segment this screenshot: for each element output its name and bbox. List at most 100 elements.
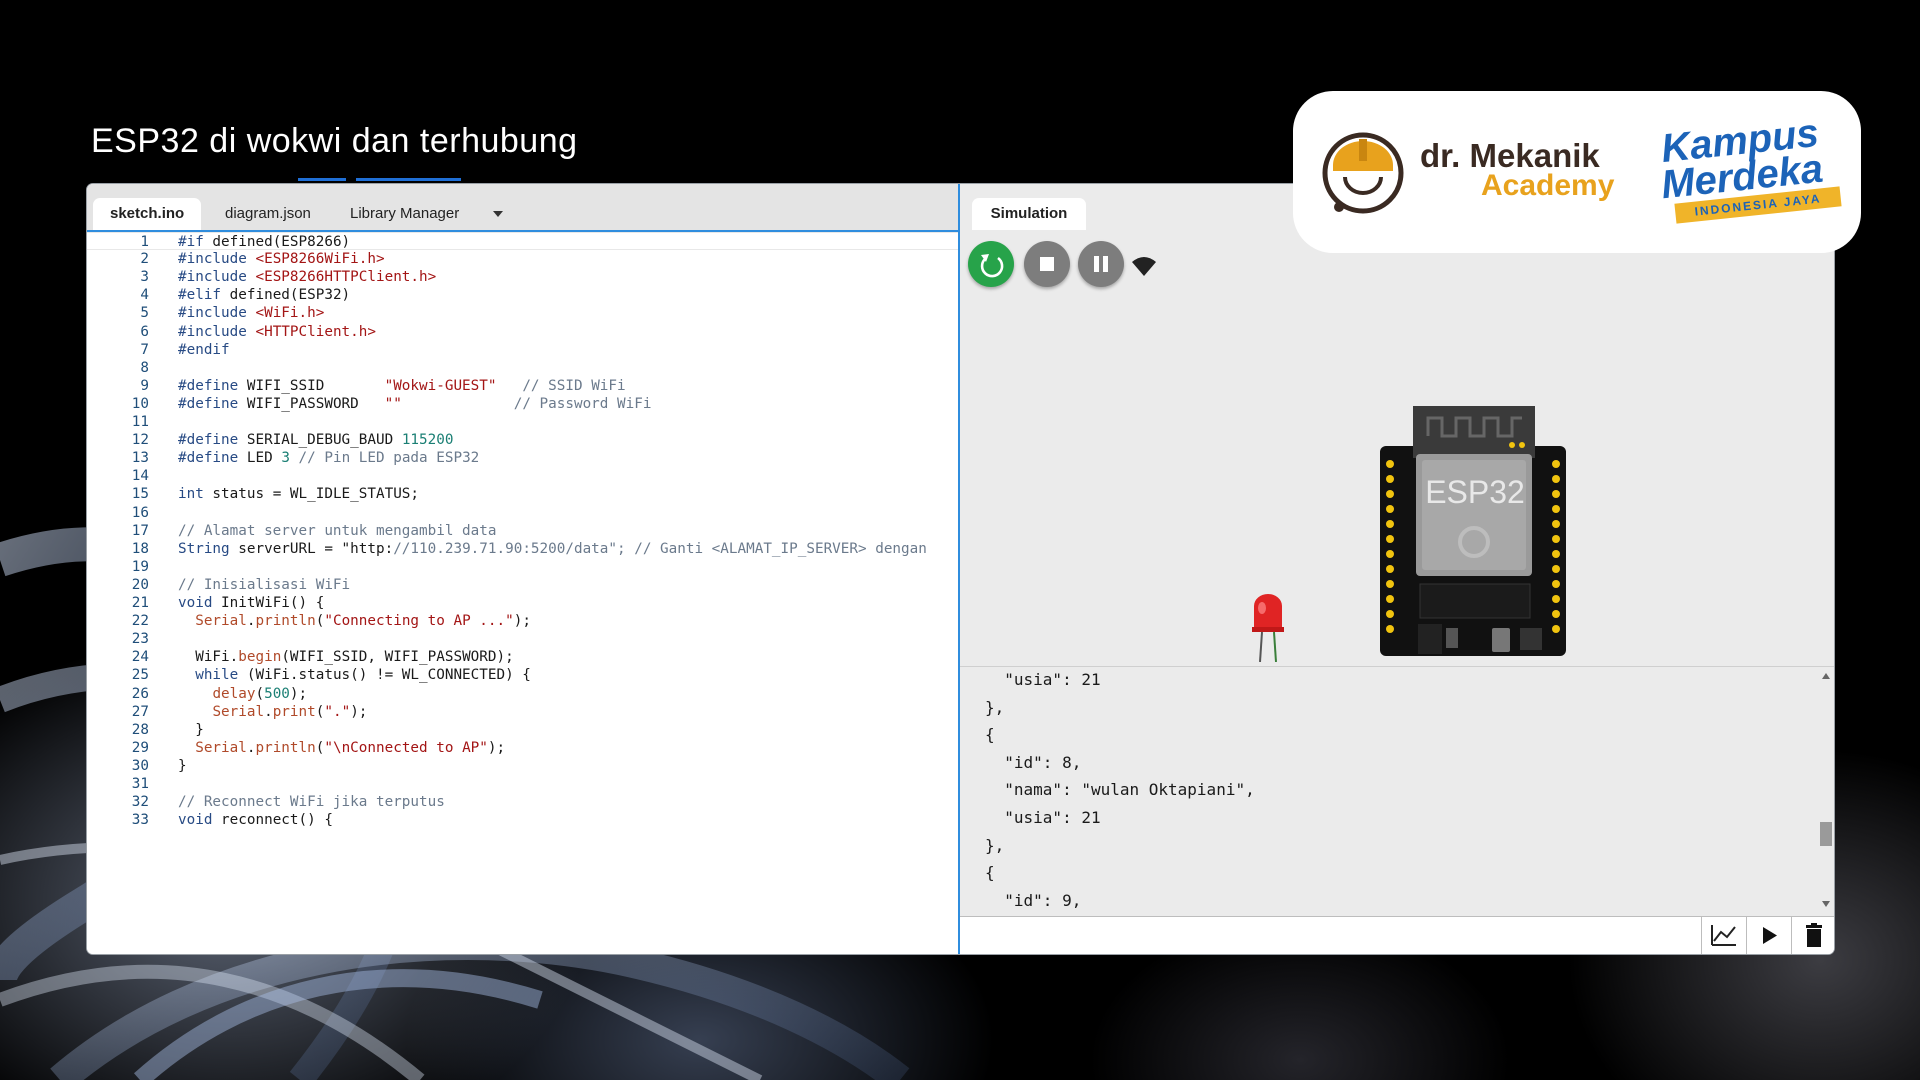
stop-button[interactable] <box>1024 241 1070 287</box>
code-line[interactable]: 6 #include <HTTPClient.h> <box>87 323 958 341</box>
code-line[interactable]: 28 } <box>87 721 958 739</box>
code-line[interactable]: 27 Serial.print("."); <box>87 703 958 721</box>
code-line[interactable]: 1 #if defined(ESP8266) <box>87 232 958 250</box>
code-line[interactable]: 19 <box>87 558 958 576</box>
code-text: } <box>178 757 187 774</box>
code-text: #define WIFI_SSID "Wokwi-GUEST" // SSID … <box>178 377 626 394</box>
line-number: 24 <box>131 649 149 666</box>
code-text: Serial.print("."); <box>212 703 368 720</box>
code-line[interactable]: 32 // Reconnect WiFi jika terputus <box>87 793 958 811</box>
simulation-panel: Simulation ESP32 "usia": 21}, {"id": 8… <box>960 184 1834 954</box>
code-text: #include <WiFi.h> <box>178 305 325 322</box>
serial-output-line: { <box>985 863 995 883</box>
red-led-component[interactable] <box>1250 594 1286 662</box>
serial-monitor-output[interactable]: "usia": 21}, { "id": 8, "nama": "wulan Ok… <box>960 666 1834 917</box>
line-number: 26 <box>131 685 149 702</box>
editor-tab-bar: sketch.ino diagram.json Library Manager <box>87 184 958 232</box>
slide-title: ESP32 di wokwi dan terhubung <box>91 122 578 160</box>
code-line[interactable]: 3 #include <ESP8266HTTPClient.h> <box>87 268 958 286</box>
title-underline-accent <box>356 178 461 181</box>
code-line[interactable]: 21 void InitWiFi() { <box>87 594 958 612</box>
code-line[interactable]: 18 String serverURL = "http://110.239.71.… <box>87 540 958 558</box>
code-text: #include <ESP8266HTTPClient.h> <box>178 269 437 286</box>
code-text: Serial.println("Connecting to AP ..."); <box>195 613 531 630</box>
code-text: // Reconnect WiFi jika terputus <box>178 794 445 811</box>
code-text: int status = WL_IDLE_STATUS; <box>178 486 420 503</box>
code-line[interactable]: 22 Serial.println("Connecting to AP ..."… <box>87 612 958 630</box>
code-editor-panel: sketch.ino diagram.json Library Manager … <box>87 184 958 954</box>
scroll-up-arrow-icon[interactable] <box>1822 673 1830 679</box>
line-number: 1 <box>140 234 149 250</box>
code-line[interactable]: 4 #elif defined(ESP32) <box>87 286 958 304</box>
dr-mekanik-academy-logo <box>1322 132 1404 214</box>
serial-input-field[interactable] <box>960 917 1700 954</box>
code-text: // Alamat server untuk mengambil data <box>178 522 497 539</box>
code-line[interactable]: 24 WiFi.begin(WIFI_SSID, WIFI_PASSWORD); <box>87 648 958 666</box>
code-line[interactable]: 8 <box>87 359 958 377</box>
line-number: 7 <box>140 341 149 358</box>
esp32-board[interactable] <box>1380 406 1570 656</box>
line-number: 29 <box>131 739 149 756</box>
code-line[interactable]: 30} <box>87 757 958 775</box>
tabs-dropdown-icon[interactable] <box>486 200 510 226</box>
serial-scrollbar[interactable] <box>1818 667 1834 917</box>
wifi-icon <box>1132 257 1156 276</box>
code-line[interactable]: 13 #define LED 3 // Pin LED pada ESP32 <box>87 449 958 467</box>
restart-icon <box>980 254 1004 278</box>
code-text: #define LED 3 // Pin LED pada ESP32 <box>178 450 480 467</box>
code-text: void reconnect() { <box>178 812 333 829</box>
line-number: 10 <box>131 395 149 412</box>
line-number: 20 <box>131 576 149 593</box>
code-text: WiFi.begin(WIFI_SSID, WIFI_PASSWORD); <box>178 649 514 666</box>
code-text: #include <HTTPClient.h> <box>178 323 376 340</box>
serial-output-line: "nama": "wulan Oktapiani", <box>985 780 1255 800</box>
code-line[interactable]: 11 <box>87 413 958 431</box>
restart-button[interactable] <box>968 241 1014 287</box>
plotter-icon <box>1711 925 1736 946</box>
code-line[interactable]: 17 // Alamat server untuk mengambil data <box>87 522 958 540</box>
code-line[interactable]: 31 <box>87 775 958 793</box>
code-line[interactable]: 16 <box>87 504 958 522</box>
code-line[interactable]: 23 <box>87 630 958 648</box>
tab-simulation[interactable]: Simulation <box>972 198 1086 230</box>
scroll-thumb[interactable] <box>1820 822 1832 846</box>
line-number: 5 <box>140 305 149 322</box>
trash-icon <box>1806 923 1822 947</box>
line-number: 3 <box>140 269 149 286</box>
line-number: 27 <box>131 703 149 720</box>
code-area[interactable]: 1 #if defined(ESP8266) 2 #include <ESP8266W… <box>87 232 958 954</box>
code-line[interactable]: 29 Serial.println("\nConnected to AP"); <box>87 739 958 757</box>
code-line[interactable]: 14 <box>87 467 958 485</box>
line-number: 8 <box>140 359 149 376</box>
code-line[interactable]: 15 int status = WL_IDLE_STATUS; <box>87 485 958 503</box>
tab-sketch-ino[interactable]: sketch.ino <box>93 198 202 230</box>
pause-icon <box>1094 256 1108 272</box>
code-line[interactable]: 12 #define SERIAL_DEBUG_BAUD 115200 <box>87 431 958 449</box>
line-number: 32 <box>131 794 149 811</box>
scroll-down-arrow-icon[interactable] <box>1822 901 1830 907</box>
serial-run-button[interactable] <box>1746 917 1791 954</box>
code-text: #define WIFI_PASSWORD "" // Password WiF… <box>178 395 652 412</box>
line-number: 18 <box>131 540 149 557</box>
serial-input-row <box>960 916 1834 954</box>
clear-serial-button[interactable] <box>1791 917 1834 954</box>
code-line[interactable]: 33 void reconnect() { <box>87 811 958 829</box>
line-number: 23 <box>131 631 149 648</box>
line-number: 15 <box>131 486 149 503</box>
code-line[interactable]: 26 delay(500); <box>87 685 958 703</box>
serial-output-line: { <box>985 725 995 745</box>
code-line[interactable]: 10 #define WIFI_PASSWORD "" // Password W… <box>87 395 958 413</box>
line-number: 30 <box>131 757 149 774</box>
code-line[interactable]: 7 #endif <box>87 341 958 359</box>
code-line[interactable]: 25 while (WiFi.status() != WL_CONNECTED)… <box>87 666 958 684</box>
line-number: 4 <box>140 287 149 304</box>
code-text: #include <ESP8266WiFi.h> <box>178 251 385 268</box>
tab-diagram-json[interactable]: diagram.json <box>208 198 328 230</box>
plotter-button[interactable] <box>1701 917 1746 954</box>
pause-button[interactable] <box>1078 241 1124 287</box>
code-line[interactable]: 2 #include <ESP8266WiFi.h> <box>87 250 958 268</box>
code-line[interactable]: 5 #include <WiFi.h> <box>87 304 958 322</box>
code-line[interactable]: 9 #define WIFI_SSID "Wokwi-GUEST" // SSID… <box>87 377 958 395</box>
code-line[interactable]: 20 // Inisialisasi WiFi <box>87 576 958 594</box>
tab-library-manager[interactable]: Library Manager <box>333 198 476 230</box>
